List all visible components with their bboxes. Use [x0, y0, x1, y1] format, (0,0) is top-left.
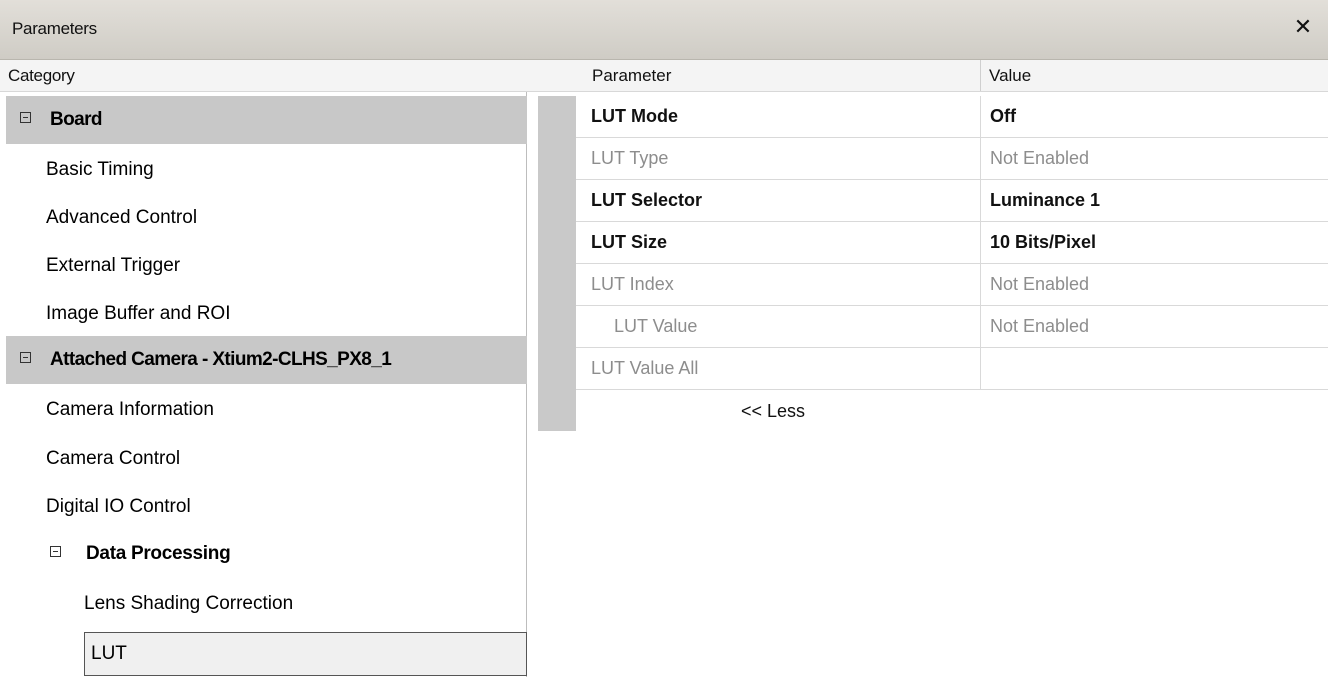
param-row-lut-value-all[interactable]: LUT Value All: [576, 348, 1328, 390]
category-label: Camera Information: [46, 399, 214, 420]
cell-divider: [980, 306, 981, 347]
window-title: Parameters: [12, 19, 97, 38]
category-item-image-buffer-roi[interactable]: Image Buffer and ROI: [6, 290, 527, 338]
column-header-value[interactable]: Value: [989, 66, 1031, 86]
param-row-lut-size[interactable]: LUT Size 10 Bits/Pixel: [576, 222, 1328, 264]
category-label: Camera Control: [46, 448, 181, 469]
title-bar: Parameters ✕: [0, 0, 1328, 60]
param-row-lut-index[interactable]: LUT Index Not Enabled: [576, 264, 1328, 306]
category-subgroup-data-processing[interactable]: Data Processing: [6, 530, 527, 578]
category-item-lut[interactable]: LUT: [84, 632, 527, 676]
category-label: Basic Timing: [46, 159, 154, 180]
category-item-basic-timing[interactable]: Basic Timing: [6, 146, 527, 194]
param-value[interactable]: 10 Bits/Pixel: [990, 222, 1096, 262]
category-item-lens-shading-correction[interactable]: Lens Shading Correction: [6, 580, 527, 628]
param-name: LUT Value All: [591, 358, 699, 378]
category-label: Board: [50, 109, 103, 130]
param-value[interactable]: Luminance 1: [990, 180, 1100, 220]
collapse-icon[interactable]: [20, 112, 31, 123]
column-divider[interactable]: [980, 60, 981, 91]
category-label: Lens Shading Correction: [84, 593, 294, 614]
category-item-advanced-control[interactable]: Advanced Control: [6, 194, 527, 242]
param-value[interactable]: Not Enabled: [990, 264, 1089, 304]
param-row-lut-value[interactable]: LUT Value Not Enabled: [576, 306, 1328, 348]
collapse-icon[interactable]: [50, 546, 61, 557]
param-name: LUT Type: [591, 148, 669, 168]
param-name: LUT Size: [591, 232, 668, 252]
param-value[interactable]: Not Enabled: [990, 306, 1089, 346]
cell-divider: [980, 138, 981, 179]
close-icon[interactable]: ✕: [1290, 14, 1316, 40]
param-name: LUT Value: [614, 316, 698, 336]
cell-divider: [980, 222, 981, 263]
param-row-lut-type[interactable]: LUT Type Not Enabled: [576, 138, 1328, 180]
category-label: Data Processing: [86, 543, 231, 564]
param-value[interactable]: Off: [990, 96, 1016, 136]
column-header-parameter[interactable]: Parameter: [592, 66, 671, 86]
param-row-lut-mode[interactable]: LUT Mode Off: [576, 96, 1328, 138]
category-label: LUT: [91, 643, 127, 664]
param-value[interactable]: Not Enabled: [990, 138, 1089, 178]
category-label: Image Buffer and ROI: [46, 303, 231, 324]
param-row-lut-selector[interactable]: LUT Selector Luminance 1: [576, 180, 1328, 222]
category-label: Attached Camera - Xtium2-CLHS_PX8_1: [50, 349, 392, 370]
category-label: Digital IO Control: [46, 496, 191, 517]
parameters-window: Parameters ✕ Category Parameter Value Bo…: [0, 0, 1328, 677]
cell-divider: [980, 96, 981, 137]
category-panel: Board Basic Timing Advanced Control Exte…: [0, 92, 527, 677]
column-header-category[interactable]: Category: [8, 66, 75, 86]
cell-divider: [980, 180, 981, 221]
category-item-digital-io-control[interactable]: Digital IO Control: [6, 483, 527, 531]
category-label: External Trigger: [46, 255, 181, 276]
less-button[interactable]: << Less: [741, 401, 805, 422]
column-header-row: Category Parameter Value: [0, 60, 1328, 92]
cell-divider: [980, 348, 981, 389]
grid-row-header-strip: [538, 96, 576, 431]
param-name: LUT Mode: [591, 106, 678, 126]
category-item-external-trigger[interactable]: External Trigger: [6, 242, 527, 290]
category-group-board[interactable]: Board: [6, 96, 527, 144]
category-label: Advanced Control: [46, 207, 198, 228]
category-item-camera-control[interactable]: Camera Control: [6, 435, 527, 483]
category-item-camera-information[interactable]: Camera Information: [6, 386, 527, 434]
param-name: LUT Index: [591, 274, 674, 294]
cell-divider: [980, 264, 981, 305]
param-name: LUT Selector: [591, 190, 703, 210]
collapse-icon[interactable]: [20, 352, 31, 363]
category-group-attached-camera[interactable]: Attached Camera - Xtium2-CLHS_PX8_1: [6, 336, 527, 384]
